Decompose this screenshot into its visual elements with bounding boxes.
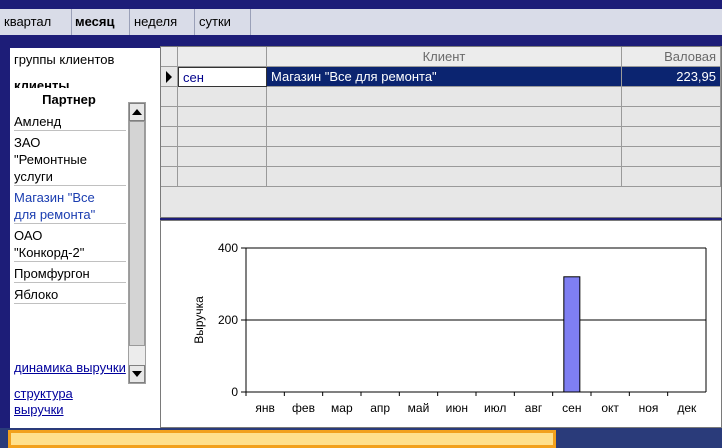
report-link[interactable]: динамика выручки <box>14 360 126 376</box>
row-selector[interactable] <box>161 167 178 187</box>
report-link-label: структура <box>14 386 73 401</box>
report-link[interactable]: структура выручки <box>14 386 73 418</box>
row-selector[interactable] <box>161 147 178 167</box>
grid-cell[interactable] <box>622 107 721 127</box>
x-tick-label: авг <box>525 401 543 415</box>
chart-canvas: 0 200 400 янв фев мар апр май июн июл авг сен окт ноя… <box>192 241 707 415</box>
grid-cell[interactable]: сен <box>178 67 267 87</box>
client-groups-item[interactable]: группы клиентов <box>14 52 114 67</box>
left-panel: группы клиентов клиенты Партнер Амленд ЗА… <box>10 48 160 428</box>
status-box <box>8 430 556 448</box>
grid-cell[interactable] <box>622 87 721 107</box>
partner-item-label: Магазин "Все <box>14 190 95 205</box>
tab-separator <box>194 9 195 35</box>
partner-list: Партнер Амленд ЗАО "Ремонтные услуги Магазин… <box>10 88 162 386</box>
scroll-up-button[interactable] <box>129 103 145 121</box>
revenue-chart: 0 200 400 янв фев мар апр май июн июл авг сен окт ноя… <box>160 220 722 428</box>
partner-item-label: "Конкорд-2" <box>14 245 85 260</box>
partner-item[interactable]: Амленд <box>14 113 126 131</box>
x-tick-label: окт <box>601 401 619 415</box>
partner-item[interactable]: Яблоко <box>14 286 126 304</box>
x-tick-label: дек <box>677 401 697 415</box>
partner-item-label: для ремонта" <box>14 207 96 222</box>
data-grid: Клиент Валовая сен Магазин "Все для ремонта… <box>160 46 722 218</box>
x-tick-label: май <box>408 401 430 415</box>
partner-item-label: ОАО <box>14 228 43 243</box>
grid-cell[interactable] <box>622 127 721 147</box>
partner-item-label: Яблоко <box>14 287 59 302</box>
grid-cell[interactable] <box>178 107 267 127</box>
x-tick-label: фев <box>292 401 315 415</box>
grid-header-cell <box>178 47 267 67</box>
period-tab[interactable]: месяц <box>73 11 128 33</box>
tab-separator <box>71 9 72 35</box>
partner-item[interactable]: Магазин "Все для ремонта" <box>14 189 126 224</box>
partner-item[interactable]: ЗАО "Ремонтные услуги <box>14 134 126 186</box>
grid-cell[interactable] <box>622 147 721 167</box>
grid-cell[interactable] <box>267 87 622 107</box>
tab-separator <box>250 9 251 35</box>
grid-cell[interactable] <box>267 107 622 127</box>
grid-cell[interactable] <box>178 147 267 167</box>
grid-cell[interactable] <box>267 127 622 147</box>
period-tabs: квартал месяц неделя сутки <box>0 9 722 35</box>
grid-cell[interactable] <box>267 167 622 187</box>
grid-header-cell: Клиент <box>267 47 622 67</box>
grid-cell[interactable] <box>267 147 622 167</box>
y-tick-label: 200 <box>218 313 238 327</box>
grid-cell[interactable]: 223,95 <box>622 67 721 87</box>
scrollbar-thumb[interactable] <box>129 121 145 346</box>
row-selector[interactable] <box>161 67 178 87</box>
report-link-label: динамика выручки <box>14 360 126 375</box>
grid-cell[interactable]: Магазин "Все для ремонта" <box>267 67 622 87</box>
scroll-down-button[interactable] <box>129 365 145 383</box>
grid-cell[interactable] <box>178 127 267 147</box>
x-tick-label: июл <box>484 401 506 415</box>
x-tick-label: мар <box>331 401 353 415</box>
partner-item-label: ЗАО <box>14 135 41 150</box>
row-pointer-icon <box>166 71 172 83</box>
grid-cell[interactable] <box>178 87 267 107</box>
y-tick-label: 0 <box>231 385 238 399</box>
x-tick-label: апр <box>370 401 390 415</box>
x-tick-label: июн <box>446 401 468 415</box>
bar <box>563 276 581 393</box>
tab-separator <box>129 9 130 35</box>
row-selector[interactable] <box>161 127 178 147</box>
triangle-up-icon <box>132 109 142 115</box>
partner-scrollbar[interactable] <box>128 102 146 384</box>
partner-item[interactable]: Промфургон <box>14 265 126 283</box>
partner-item-label: Промфургон <box>14 266 90 281</box>
row-selector[interactable] <box>161 87 178 107</box>
grid-cell[interactable] <box>178 167 267 187</box>
period-tab[interactable]: квартал <box>2 11 72 33</box>
partner-item-label: "Ремонтные <box>14 152 87 167</box>
partner-item-label: Амленд <box>14 114 62 129</box>
triangle-down-icon <box>132 371 142 377</box>
partner-item-label: услуги <box>14 169 53 184</box>
y-axis-label: Выручка <box>192 296 206 344</box>
x-tick-label: ноя <box>639 401 659 415</box>
period-tab[interactable]: неделя <box>132 11 194 33</box>
row-selector[interactable] <box>161 107 178 127</box>
grid-header-cell: Валовая <box>622 47 721 67</box>
x-tick-label: сен <box>562 401 581 415</box>
report-link-label: выручки <box>14 402 64 417</box>
grid-cell[interactable] <box>622 167 721 187</box>
grid-header-cell <box>161 47 178 67</box>
y-tick-label: 400 <box>218 241 238 255</box>
partner-header: Партнер <box>10 88 128 112</box>
x-tick-label: янв <box>255 401 275 415</box>
period-tab[interactable]: сутки <box>197 11 249 33</box>
partner-item[interactable]: ОАО "Конкорд-2" <box>14 227 126 262</box>
